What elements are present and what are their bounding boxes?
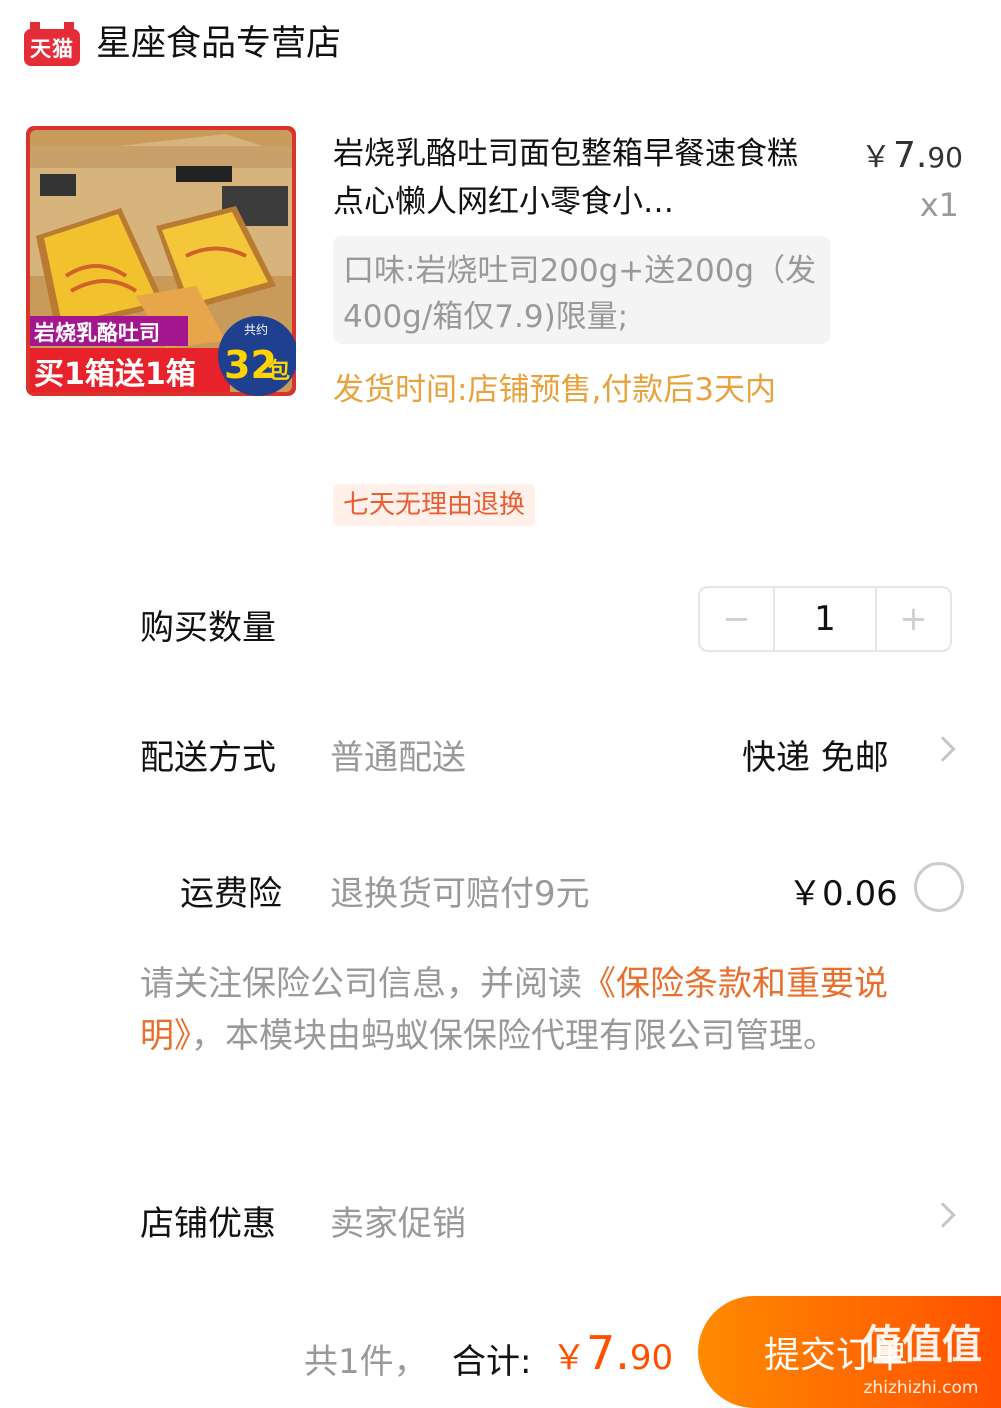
- product-title[interactable]: 岩烧乳酪吐司面包整箱早餐速食糕点心懒人网红小零食小…: [333, 130, 813, 226]
- tmall-logo-icon: 天猫: [24, 22, 80, 66]
- quantity-badge: x1: [919, 186, 959, 224]
- delivery-label: 配送方式: [140, 738, 276, 778]
- insurance-price: ￥0.06: [788, 874, 898, 914]
- product-spec[interactable]: 口味:岩烧吐司200g+送200g（发400g/箱仅7.9)限量;: [333, 236, 830, 344]
- promo-value: 卖家促销: [330, 1204, 466, 1244]
- minus-button[interactable]: −: [700, 588, 773, 650]
- image-banner-text: 岩烧乳酪吐司: [33, 321, 160, 345]
- quantity-stepper[interactable]: − 1 +: [698, 586, 952, 652]
- image-promo-text: 买1箱送1箱: [34, 357, 196, 392]
- insurance-note: 请关注保险公司信息，并阅读《保险条款和重要说明》，本模块由蚂蚁保保险代理有限公司…: [140, 958, 970, 1062]
- watermark-logo: 值值值: [862, 1322, 982, 1368]
- product-image[interactable]: 岩烧乳酪吐司 买1箱送1箱 共约 32 包: [26, 126, 296, 396]
- total-label: 合计:: [452, 1342, 532, 1382]
- quantity-label: 购买数量: [140, 608, 276, 648]
- return-policy-tag: 七天无理由退换: [333, 484, 536, 526]
- chevron-right-icon: [930, 736, 956, 762]
- delivery-method: 普通配送: [330, 738, 466, 778]
- delivery-value: 快递 免邮: [742, 738, 889, 778]
- watermark-site: zhizhizhi.com: [863, 1378, 979, 1398]
- insurance-label: 运费险: [180, 874, 282, 914]
- insurance-note-post: ，本模块由蚂蚁保保险代理有限公司管理。: [191, 1016, 837, 1056]
- image-about-text: 共约: [244, 322, 268, 337]
- promo-label: 店铺优惠: [140, 1204, 276, 1244]
- ship-time: 发货时间:店铺预售,付款后3天内: [333, 372, 777, 408]
- chevron-right-icon: [930, 1202, 956, 1228]
- total-count: 共1件，: [304, 1342, 428, 1382]
- product-price: ￥7.90: [861, 135, 963, 176]
- quantity-value[interactable]: 1: [773, 588, 877, 650]
- image-unit-text: 包: [268, 358, 290, 384]
- total-price: ￥7.90: [552, 1326, 674, 1380]
- insurance-desc: 退换货可赔付9元: [330, 874, 590, 914]
- insurance-note-pre: 请关注保险公司信息，并阅读: [140, 964, 582, 1004]
- store-header[interactable]: 天猫 星座食品专营店: [0, 0, 1001, 92]
- plus-button[interactable]: +: [877, 588, 950, 650]
- store-name[interactable]: 星座食品专营店: [96, 22, 341, 66]
- insurance-radio[interactable]: [914, 862, 964, 912]
